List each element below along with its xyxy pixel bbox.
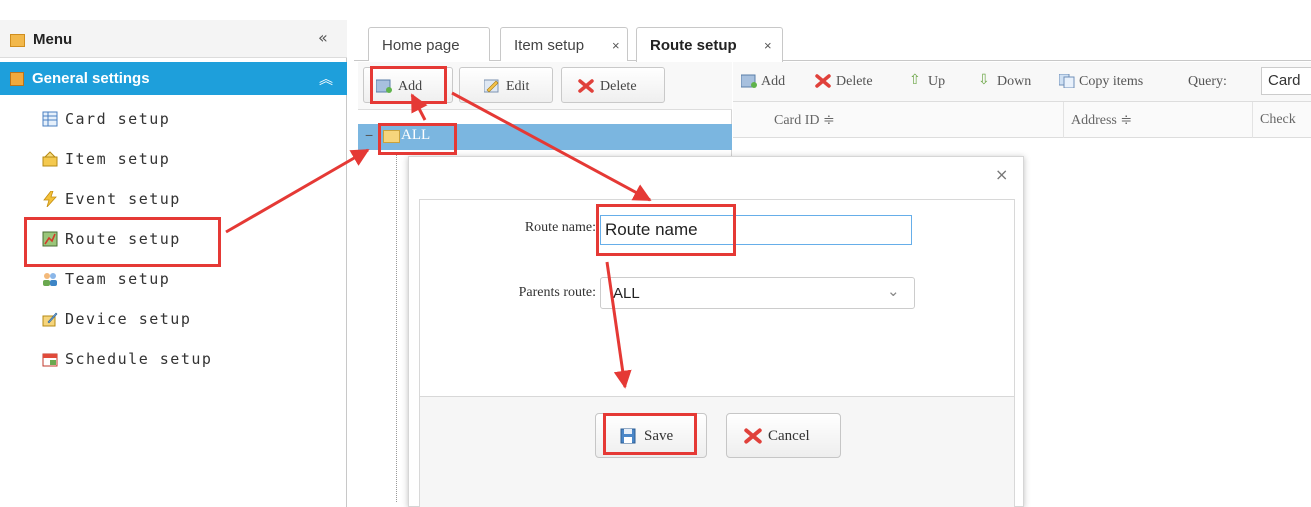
edit-label: Edit	[506, 79, 530, 94]
calendar-icon	[42, 353, 58, 367]
item-icon	[42, 151, 58, 167]
menu-item-label: Team setup	[65, 270, 171, 288]
dialog-footer: Save Cancel	[419, 397, 1015, 507]
tree-node-label: ALL	[401, 127, 431, 143]
tab-item-setup[interactable]: Item setup ×	[500, 27, 628, 61]
menu-item-schedule-setup[interactable]: Schedule setup	[42, 345, 322, 375]
menu-header: Menu «	[0, 20, 347, 58]
tab-route-setup[interactable]: Route setup ×	[636, 27, 783, 62]
grid-header: Card ID ≑ Address ≑ Check	[733, 102, 1311, 138]
menu-item-route-setup[interactable]: Route setup	[42, 225, 322, 255]
grid-add-button[interactable]: Add	[761, 74, 785, 90]
cancel-label: Cancel	[768, 428, 810, 444]
lightning-icon	[43, 191, 57, 207]
tab-label: Item setup	[514, 37, 585, 54]
add-route-dialog: × Route name: Parents route: ALL ⌄ Save …	[408, 156, 1024, 507]
tabs-bar: Home page Item setup × Route setup ×	[354, 20, 1311, 62]
grid-delete-button[interactable]: Delete	[836, 74, 873, 90]
double-chevron-up-icon[interactable]: ︽	[319, 69, 333, 89]
menu-item-team-setup[interactable]: Team setup	[42, 265, 322, 295]
left-menu-panel: Menu « General settings ︽ Card setup Ite…	[0, 20, 347, 507]
menu-item-label: Event setup	[65, 190, 181, 208]
menu-item-device-setup[interactable]: Device setup	[42, 305, 322, 335]
card-icon	[42, 111, 58, 127]
folder-settings-icon	[10, 72, 24, 86]
close-icon[interactable]: ×	[995, 165, 1008, 184]
cancel-icon	[744, 428, 762, 444]
tree-toolbar: Add Edit Delete	[358, 62, 732, 110]
menu-item-card-setup[interactable]: Card setup	[42, 105, 322, 135]
tree-toggle-icon[interactable]: −	[365, 127, 373, 143]
device-icon	[42, 312, 58, 327]
chevron-down-icon: ⌄	[887, 282, 900, 300]
tab-label: Route setup	[650, 37, 737, 54]
arrow-down-icon: ⇩	[978, 72, 990, 88]
grid-toolbar: Add Delete ⇧ Up ⇩ Down Copy items Query:…	[733, 62, 1311, 102]
menu-item-label: Schedule setup	[65, 350, 213, 368]
column-separator	[1063, 102, 1064, 138]
grid-up-button[interactable]: Up	[928, 74, 945, 90]
menu-item-item-setup[interactable]: Item setup	[42, 145, 322, 175]
column-address[interactable]: Address ≑	[1071, 112, 1132, 129]
copy-icon	[1059, 74, 1075, 88]
collapse-menu-icon[interactable]: «	[318, 28, 328, 47]
add-icon	[376, 79, 392, 93]
column-check[interactable]: Check	[1260, 112, 1296, 128]
column-card-id[interactable]: Card ID ≑	[774, 112, 835, 129]
add-button[interactable]: Add	[363, 67, 453, 103]
menu-item-event-setup[interactable]: Event setup	[42, 185, 322, 215]
save-disk-icon	[620, 428, 636, 444]
menu-item-label: Route setup	[65, 230, 181, 248]
delete-icon	[578, 79, 594, 93]
edit-button[interactable]: Edit	[459, 67, 553, 103]
folder-icon	[383, 130, 400, 143]
tab-label: Home page	[382, 37, 460, 54]
route-map-icon	[42, 231, 58, 247]
menu-item-label: Card setup	[65, 110, 171, 128]
save-label: Save	[644, 428, 674, 444]
close-icon[interactable]: ×	[612, 38, 620, 53]
cancel-button[interactable]: Cancel	[726, 413, 841, 458]
menu-item-label: Device setup	[65, 310, 192, 328]
edit-icon	[484, 79, 499, 93]
menu-icon	[10, 34, 25, 47]
route-name-input[interactable]	[600, 215, 912, 245]
menu-title: Menu	[33, 31, 73, 48]
close-icon[interactable]: ×	[764, 38, 772, 53]
add-icon	[741, 74, 757, 88]
general-settings-group[interactable]: General settings ︽	[0, 62, 347, 95]
parent-route-select[interactable]: ALL ⌄	[600, 277, 915, 309]
tab-home-page[interactable]: Home page	[368, 27, 490, 61]
grid-copy-items-button[interactable]: Copy items	[1079, 74, 1143, 90]
save-button[interactable]: Save	[595, 413, 707, 458]
parent-route-label: Parents route:	[518, 285, 596, 300]
delete-button[interactable]: Delete	[561, 67, 665, 103]
delete-icon	[815, 74, 831, 88]
column-separator	[1252, 102, 1253, 138]
grid-down-button[interactable]: Down	[997, 74, 1031, 90]
delete-label: Delete	[600, 79, 637, 94]
tree-guide-line	[396, 152, 397, 502]
team-icon	[43, 273, 57, 286]
query-input[interactable]: Card	[1261, 67, 1311, 95]
group-title: General settings	[32, 70, 150, 87]
parent-route-value: ALL	[613, 285, 640, 302]
tree-node-all[interactable]: − ALL	[358, 124, 732, 150]
add-label: Add	[398, 79, 423, 94]
route-name-label: Route name:	[524, 220, 596, 235]
arrow-up-icon: ⇧	[909, 72, 921, 88]
dialog-body: Route name: Parents route: ALL ⌄	[419, 199, 1015, 397]
menu-item-label: Item setup	[65, 150, 171, 168]
query-label: Query:	[1188, 74, 1227, 89]
